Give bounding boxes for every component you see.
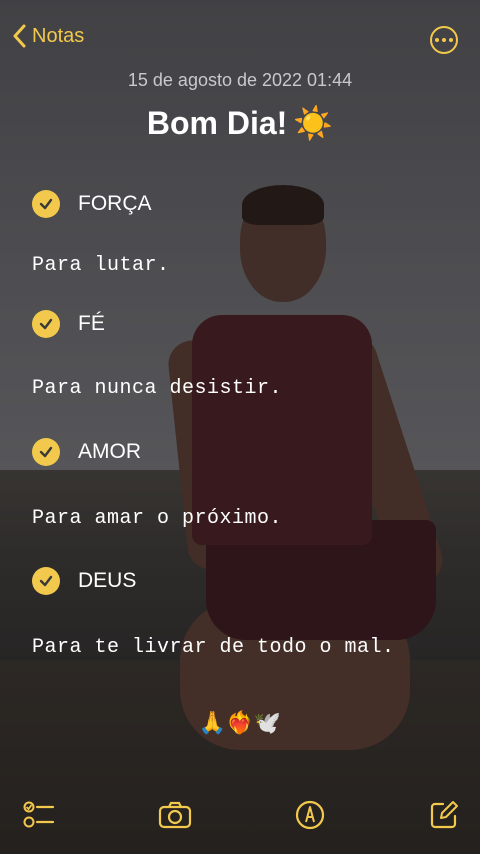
note-title[interactable]: Bom Dia! ☀️ [0,104,480,142]
more-icon [435,38,439,42]
checklist-item-forca: FORÇA [32,190,152,218]
checkbox-checked-icon[interactable] [32,310,60,338]
camera-icon[interactable] [158,798,192,832]
checklist-item-amor: AMOR [32,438,141,466]
chevron-left-icon [13,24,26,48]
compose-icon[interactable] [427,798,461,832]
note-date: 15 de agosto de 2022 01:44 [127,70,353,90]
back-button[interactable]: Notas [12,24,84,48]
sun-emoji: ☀️ [293,105,334,141]
more-options-button[interactable] [430,26,458,54]
emoji-line: 🙏❤️‍🔥🕊️ [198,710,282,735]
note-line: Para nunca desistir. [32,377,283,400]
checklist-item-fe: FÉ [32,310,105,338]
checklist-label: DEUS [78,569,137,592]
back-label: Notas [32,24,85,47]
checklist-icon[interactable] [22,798,56,832]
checklist-label: FORÇA [78,192,152,215]
note-title-text: Bom Dia! [146,105,288,141]
markup-icon[interactable] [293,798,327,832]
checkbox-checked-icon[interactable] [32,190,60,218]
checklist-label: FÉ [78,312,105,335]
note-line: Para amar o próximo. [32,507,283,530]
navigation-bar: Notas [0,20,480,64]
checkbox-checked-icon[interactable] [32,567,60,595]
note-line: Para lutar. [32,254,170,277]
checkbox-checked-icon[interactable] [32,438,60,466]
checklist-label: AMOR [78,440,141,463]
checklist-item-deus: DEUS [32,567,136,595]
bottom-toolbar [0,792,480,838]
note-line: Para te livrar de todo o mal. [32,636,395,659]
